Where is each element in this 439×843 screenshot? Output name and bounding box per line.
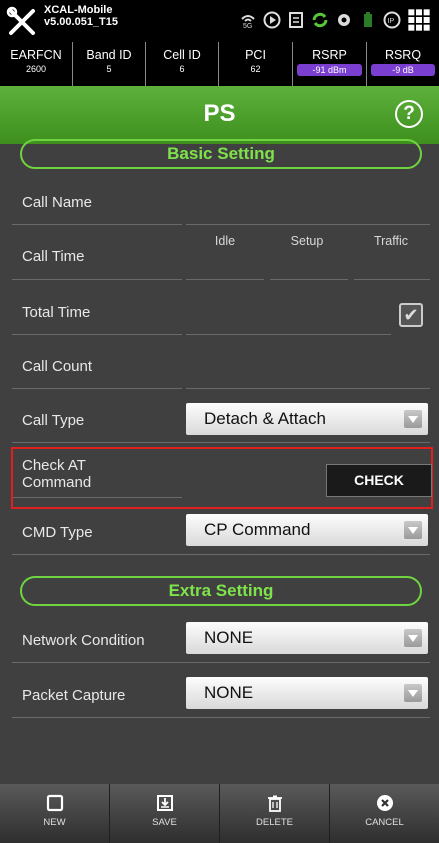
network-condition-label: Network Condition: [22, 632, 145, 649]
page-title: PS: [203, 100, 236, 127]
total-time-label: Total Time: [22, 304, 91, 321]
save-label: SAVE: [152, 817, 177, 828]
info-label: RSRQ: [384, 48, 422, 62]
new-icon: [46, 794, 63, 812]
call-type-dropdown[interactable]: Detach & Attach: [186, 403, 428, 435]
cancel-label: CANCEL: [365, 817, 404, 828]
5g-signal-icon: 5G: [241, 15, 255, 29]
divider: [12, 442, 430, 443]
divider: [12, 662, 430, 663]
delete-button[interactable]: DELETE: [219, 784, 329, 843]
app-title: XCAL-Mobile v5.00.051_T15: [44, 4, 118, 28]
traffic-label: Traffic: [373, 234, 409, 248]
call-time-label: Call Time: [22, 248, 85, 265]
info-value: 2600: [25, 64, 47, 74]
svg-text:IP: IP: [388, 18, 395, 25]
packet-capture-label: Packet Capture: [22, 687, 126, 704]
trash-icon: [267, 795, 282, 812]
chevron-down-icon: [404, 521, 422, 539]
info-rsrp: RSRP -91 dBm: [292, 42, 366, 86]
info-value: -9 dB: [371, 64, 435, 76]
ip-icon: IP: [383, 11, 401, 29]
info-pci: PCI 62: [218, 42, 292, 86]
info-earfcn: EARFCN 2600: [0, 42, 72, 86]
info-rsrq: RSRQ -9 dB: [366, 42, 439, 86]
info-label: EARFCN: [10, 48, 62, 62]
call-count-input[interactable]: [186, 388, 430, 389]
help-icon[interactable]: ?: [395, 100, 423, 128]
svg-text:5G: 5G: [243, 23, 252, 29]
app-version: v5.00.051_T15: [44, 16, 119, 28]
packet-capture-value: NONE: [204, 683, 254, 702]
battery-icon: [364, 12, 372, 27]
network-condition-value: NONE: [204, 628, 254, 647]
info-row: EARFCN 2600 Band ID 5 Cell ID 6 PCI 62 RSRP -…: [0, 42, 439, 86]
chevron-down-icon: [404, 629, 422, 647]
save-icon: [156, 795, 173, 811]
divider: [12, 224, 182, 225]
call-type-label: Call Type: [22, 412, 85, 429]
idle-input[interactable]: [186, 279, 264, 280]
info-value: 6: [179, 64, 185, 74]
cmd-type-dropdown[interactable]: CP Command: [186, 514, 428, 546]
play-icon: [263, 11, 281, 29]
traffic-input[interactable]: [354, 279, 430, 280]
divider: [12, 554, 430, 555]
sync-icon: [312, 12, 328, 28]
extra-setting-header[interactable]: Extra Setting: [20, 576, 422, 606]
status-bar: XCAL-Mobile v5.00.051_T15 5G IP: [0, 0, 439, 42]
chevron-down-icon: [404, 410, 422, 428]
info-label: PCI: [245, 48, 266, 62]
info-value: -91 dBm: [297, 64, 362, 76]
setup-label: Setup: [290, 234, 324, 248]
total-time-checkbox[interactable]: ✔: [399, 303, 423, 327]
call-name-input[interactable]: [186, 224, 430, 225]
call-name-label: Call Name: [22, 194, 93, 211]
grid-menu-icon[interactable]: [407, 8, 431, 32]
new-button[interactable]: NEW: [0, 784, 109, 843]
cmd-type-value: CP Command: [204, 520, 311, 539]
bottom-action-bar: NEW SAVE DELETE CANCEL: [0, 784, 439, 843]
packet-capture-dropdown[interactable]: NONE: [186, 677, 428, 709]
divider: [12, 334, 182, 335]
new-label: NEW: [43, 817, 66, 828]
gps-icon: [338, 14, 350, 26]
save-button[interactable]: SAVE: [109, 784, 219, 843]
info-band-id: Band ID 5: [72, 42, 145, 86]
setup-input[interactable]: [270, 279, 348, 280]
info-value: 62: [250, 64, 261, 74]
page-header: PS ?: [0, 86, 439, 144]
check-button[interactable]: CHECK: [326, 464, 432, 497]
info-label: Band ID: [86, 48, 132, 62]
basic-setting-header[interactable]: Basic Setting: [20, 139, 422, 169]
checkmark-icon: ✔: [403, 305, 419, 325]
total-time-input[interactable]: [186, 334, 391, 335]
divider: [12, 388, 182, 389]
divider: [12, 279, 182, 280]
call-count-label: Call Count: [22, 358, 93, 375]
delete-label: DELETE: [256, 817, 293, 828]
cancel-icon: [376, 795, 393, 811]
app-name: XCAL-Mobile: [44, 4, 113, 16]
cancel-button[interactable]: CANCEL: [329, 784, 439, 843]
tools-icon: [6, 6, 35, 35]
idle-label: Idle: [214, 234, 236, 248]
divider: [12, 717, 430, 718]
network-condition-dropdown[interactable]: NONE: [186, 622, 428, 654]
chevron-down-icon: [404, 684, 422, 702]
info-label: RSRP: [312, 48, 347, 62]
document-icon: [289, 12, 303, 28]
call-type-value: Detach & Attach: [204, 409, 326, 428]
info-label: Cell ID: [163, 48, 201, 62]
info-value: 5: [106, 64, 112, 74]
cmd-type-label: CMD Type: [22, 524, 93, 541]
info-cell-id: Cell ID 6: [145, 42, 218, 86]
